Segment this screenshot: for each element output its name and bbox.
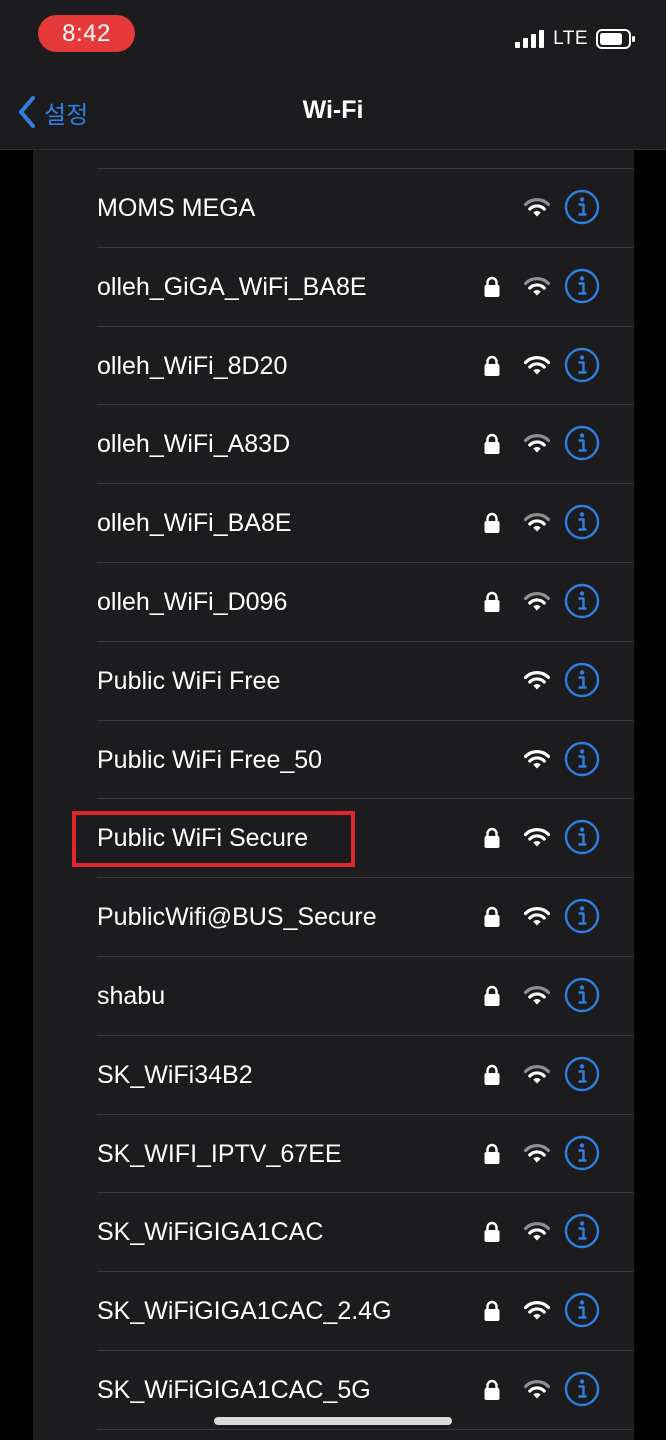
info-icon[interactable] xyxy=(564,347,600,383)
network-row-11[interactable]: SK_WiFi34B2 xyxy=(97,1036,634,1115)
lock-icon xyxy=(484,1379,500,1400)
network-row-6[interactable]: Public WiFi Free xyxy=(97,642,634,721)
network-name: olleh_WiFi_8D20 xyxy=(97,351,288,380)
battery-icon xyxy=(596,29,635,49)
wifi-icon xyxy=(524,1143,550,1163)
network-name: MOMS MEGA xyxy=(97,194,256,222)
network-list-container[interactable]: MOMS MEGA olleh_GiGA_WiFi_BA8E olleh_WiF… xyxy=(0,150,666,1440)
wifi-icon xyxy=(524,1064,550,1084)
wifi-icon xyxy=(524,592,550,611)
network-rows: MOMS MEGA olleh_GiGA_WiFi_BA8E olleh_WiF… xyxy=(33,169,634,1430)
network-name: PublicWifi@BUS_Secure xyxy=(97,903,377,932)
info-icon[interactable] xyxy=(564,504,600,540)
network-row-4[interactable]: olleh_WiFi_BA8E xyxy=(97,484,634,563)
lock-icon xyxy=(484,828,500,849)
network-row-14[interactable]: SK_WiFiGIGA1CAC_2.4G xyxy=(97,1272,634,1351)
lock-icon xyxy=(484,591,500,612)
wifi-icon xyxy=(524,907,550,926)
network-row-9[interactable]: PublicWifi@BUS_Secure xyxy=(97,878,634,957)
info-icon[interactable] xyxy=(564,1056,600,1092)
info-icon[interactable] xyxy=(564,268,600,304)
wifi-icon xyxy=(524,670,550,690)
network-name: olleh_WiFi_BA8E xyxy=(97,509,292,538)
wifi-icon xyxy=(524,513,550,532)
wifi-icon xyxy=(524,355,550,375)
info-icon[interactable] xyxy=(564,741,600,777)
home-indicator[interactable] xyxy=(214,1417,452,1425)
network-name: shabu xyxy=(97,981,166,1010)
info-icon[interactable] xyxy=(564,819,600,855)
wifi-icon xyxy=(524,1222,550,1241)
network-name: olleh_WiFi_A83D xyxy=(97,430,291,459)
info-icon[interactable] xyxy=(564,189,600,225)
status-bar: 8:42 LTE xyxy=(0,0,666,76)
network-name: olleh_GiGA_WiFi_BA8E xyxy=(97,272,367,301)
network-row-13[interactable]: SK_WiFiGIGA1CAC xyxy=(97,1193,634,1273)
wifi-icon xyxy=(524,828,550,847)
wifi-icon xyxy=(524,749,550,769)
network-row-0[interactable]: MOMS MEGA xyxy=(97,169,634,248)
navigation-bar: 설정 Wi-Fi xyxy=(0,76,666,150)
lock-icon xyxy=(484,355,500,376)
lock-icon xyxy=(484,1143,500,1164)
info-icon[interactable] xyxy=(564,977,600,1013)
lock-icon xyxy=(484,276,500,297)
network-row-8[interactable]: Public WiFi Secure xyxy=(97,799,634,879)
network-row-5[interactable]: olleh_WiFi_D096 xyxy=(97,563,634,642)
lock-icon xyxy=(484,985,500,1006)
info-icon[interactable] xyxy=(564,1135,600,1171)
info-icon[interactable] xyxy=(564,1292,600,1328)
network-row-7[interactable]: Public WiFi Free_50 xyxy=(97,721,634,800)
network-name: Public WiFi Free xyxy=(97,666,281,695)
lock-icon xyxy=(484,906,500,928)
wifi-icon xyxy=(524,276,550,296)
page-title: Wi-Fi xyxy=(302,96,364,124)
status-indicators: LTE xyxy=(515,28,636,50)
lock-icon xyxy=(484,1064,500,1085)
network-name: SK_WiFiGIGA1CAC_2.4G xyxy=(97,1297,392,1326)
wifi-icon xyxy=(524,434,550,453)
info-icon[interactable] xyxy=(564,1213,600,1249)
network-name: Public WiFi Secure xyxy=(97,824,309,853)
wifi-icon xyxy=(524,1379,550,1399)
lock-icon xyxy=(484,513,500,534)
network-name: olleh_WiFi_D096 xyxy=(97,587,288,616)
network-row-12[interactable]: SK_WIFI_IPTV_67EE xyxy=(97,1115,634,1194)
wifi-icon xyxy=(524,986,550,1005)
wifi-icon xyxy=(524,1301,550,1320)
network-row-1[interactable]: olleh_GiGA_WiFi_BA8E xyxy=(97,248,634,327)
info-icon[interactable] xyxy=(564,425,600,461)
info-icon[interactable] xyxy=(564,662,600,698)
status-time[interactable]: 8:42 xyxy=(38,15,135,52)
network-type-label: LTE xyxy=(553,28,588,49)
network-list: MOMS MEGA olleh_GiGA_WiFi_BA8E olleh_WiF… xyxy=(33,150,634,1440)
wifi-icon xyxy=(524,198,550,217)
network-row-2[interactable]: olleh_WiFi_8D20 xyxy=(97,327,634,406)
lock-icon xyxy=(484,1222,500,1243)
cellular-signal-icon xyxy=(515,30,545,48)
info-icon[interactable] xyxy=(564,1371,600,1407)
network-name: SK_WiFi34B2 xyxy=(97,1060,253,1089)
network-name: SK_WiFiGIGA1CAC xyxy=(97,1218,324,1247)
lock-icon xyxy=(484,1300,500,1322)
network-name: SK_WIFI_IPTV_67EE xyxy=(97,1139,342,1168)
network-row-3[interactable]: olleh_WiFi_A83D xyxy=(97,405,634,485)
network-row-10[interactable]: shabu xyxy=(97,957,634,1036)
lock-icon xyxy=(484,434,500,455)
info-icon[interactable] xyxy=(564,898,600,934)
network-name: Public WiFi Free_50 xyxy=(97,745,323,774)
info-icon[interactable] xyxy=(564,583,600,619)
